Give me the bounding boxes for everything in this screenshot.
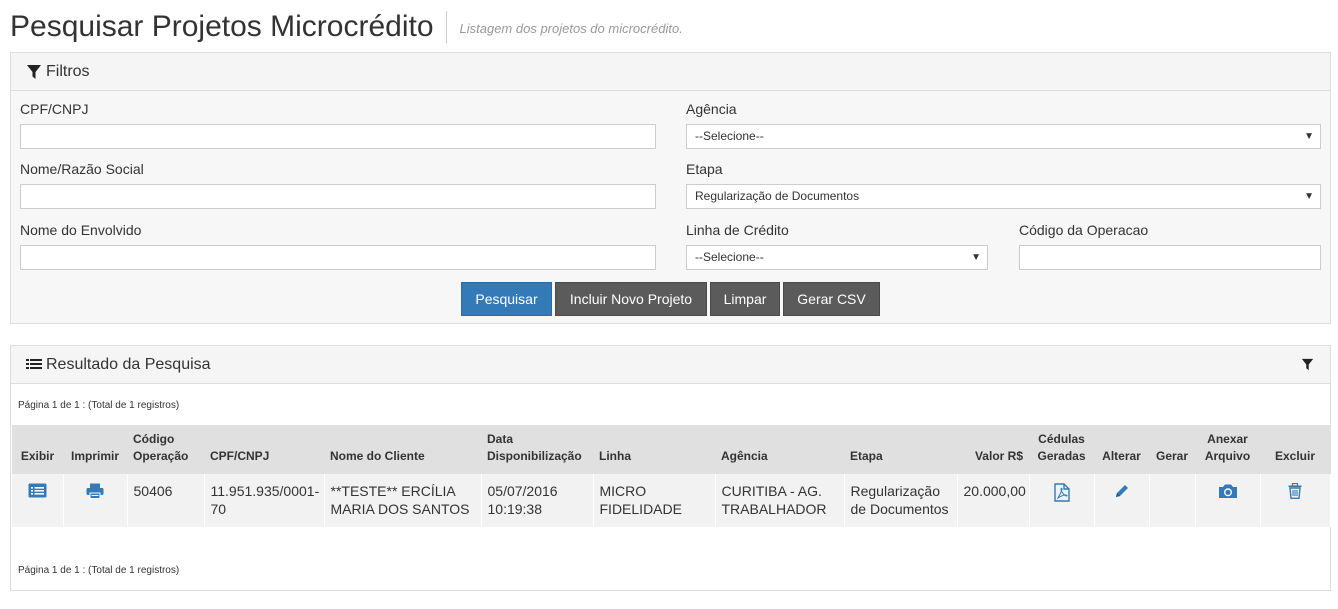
cell-data: 05/07/2016 10:19:38 (481, 474, 594, 527)
col-exibir: Exibir (20, 449, 55, 463)
pagination-top: Página 1 de 1 : (Total de 1 registros) (18, 400, 180, 411)
filter-panel: Filtros CPF/CNPJ Agência --Selecione-- ▼… (10, 52, 1331, 324)
cell-cpf-line1: 11.951.935/0001- (210, 483, 320, 499)
envolvido-input[interactable] (20, 245, 656, 270)
cell-imprimir (63, 474, 128, 527)
incluir-novo-projeto-button[interactable]: Incluir Novo Projeto (555, 282, 707, 316)
col-cedulas-line2: Geradas (1037, 449, 1086, 463)
filter-panel-title: Filtros (46, 62, 90, 80)
title-divider (445, 11, 447, 43)
list-alt-icon[interactable] (28, 483, 47, 498)
etapa-label: Etapa (686, 161, 723, 177)
cell-linha-line2: FIDELIDADE (599, 501, 682, 517)
col-cedulas: Cédulas Geradas (1029, 425, 1094, 474)
col-excluir: Excluir (1274, 449, 1316, 463)
filter-icon (26, 64, 42, 80)
etapa-select-value: Regularização de Documentos (695, 189, 860, 203)
cell-alterar (1094, 474, 1150, 527)
col-valor: Valor R$ (974, 449, 1023, 463)
linha-select[interactable]: --Selecione-- ▼ (686, 245, 988, 270)
results-panel-heading: Resultado da Pesquisa (11, 346, 1330, 384)
cell-nome-line1: **TESTE** ERCÍLIA (330, 483, 456, 499)
page-header: Pesquisar Projetos Microcrédito Listagem… (10, 8, 683, 46)
cell-data-line1: 05/07/2016 (487, 483, 558, 499)
cell-linha: MICRO FIDELIDADE (593, 474, 716, 527)
page-subtitle: Listagem dos projetos do microcrédito. (459, 20, 683, 36)
cell-agencia-line1: CURITIBA - AG. (721, 483, 822, 499)
list-icon (26, 358, 42, 372)
cell-agencia: CURITIBA - AG. TRABALHADOR (715, 474, 845, 527)
filter-panel-heading: Filtros (11, 53, 1330, 91)
pesquisar-button[interactable]: Pesquisar (461, 282, 552, 316)
col-cpf: CPF/CNPJ (210, 449, 270, 463)
page-title: Pesquisar Projetos Microcrédito (10, 10, 434, 43)
cell-cedulas (1029, 474, 1095, 527)
cell-cpf: 11.951.935/0001- 70 (204, 474, 325, 527)
agencia-select-value: --Selecione-- (695, 129, 764, 143)
col-agencia: Agência (721, 449, 768, 463)
cell-valor: 20.000,00 (957, 474, 1030, 527)
cell-linha-line1: MICRO (599, 483, 647, 499)
col-anexar-line2: Arquivo (1204, 449, 1251, 463)
col-linha: Linha (599, 449, 631, 463)
col-anexar: Anexar Arquivo (1195, 425, 1260, 474)
codigo-input[interactable] (1019, 245, 1321, 270)
cell-exibir (12, 474, 64, 527)
linha-label: Linha de Crédito (686, 222, 789, 238)
pdf-file-icon[interactable] (1053, 483, 1070, 502)
table-row: 50406 11.951.935/0001- 70 **TESTE** ERCÍL… (12, 474, 1331, 527)
agencia-label: Agência (686, 101, 737, 117)
col-codigo-line2: Operação (133, 449, 189, 463)
cell-etapa-line2: de Documentos (850, 501, 949, 517)
col-cedulas-line1: Cédulas (1038, 432, 1085, 446)
col-anexar-line1: Anexar (1207, 432, 1248, 446)
col-alterar: Alterar (1102, 449, 1141, 463)
col-nome: Nome do Cliente (330, 449, 425, 463)
filter-icon[interactable] (1301, 358, 1314, 376)
envolvido-label: Nome do Envolvido (20, 222, 142, 238)
col-data-line1: Data (487, 432, 514, 446)
cell-nome-line2: MARIA DOS SANTOS (330, 501, 470, 517)
results-panel: Resultado da Pesquisa Página 1 de 1 : (T… (10, 345, 1331, 591)
cell-data-line2: 10:19:38 (487, 501, 543, 517)
pencil-icon[interactable] (1114, 483, 1130, 499)
cell-agencia-line2: TRABALHADOR (721, 501, 827, 517)
col-data: Data Disponibilização (481, 425, 593, 474)
cell-excluir (1260, 474, 1331, 527)
cell-etapa-line1: Regularização (850, 483, 941, 499)
col-gerar: Gerar (1155, 449, 1189, 463)
camera-icon[interactable] (1218, 483, 1238, 499)
table-header-row: Exibir Imprimir Código Operação CPF/CNPJ … (12, 425, 1330, 474)
results-panel-title: Resultado da Pesquisa (46, 355, 211, 373)
cell-gerar (1149, 474, 1196, 527)
trash-icon[interactable] (1288, 483, 1302, 499)
col-codigo: Código Operação (127, 425, 204, 474)
gerar-csv-button[interactable]: Gerar CSV (783, 282, 880, 316)
col-data-line2: Disponibilização (487, 449, 582, 463)
limpar-button[interactable]: Limpar (710, 282, 780, 316)
agencia-select[interactable]: --Selecione-- ▼ (686, 124, 1321, 149)
nome-label: Nome/Razão Social (20, 161, 144, 177)
results-table: Exibir Imprimir Código Operação CPF/CNPJ … (12, 425, 1331, 527)
nome-input[interactable] (20, 184, 656, 209)
cell-cpf-line2: 70 (210, 501, 227, 517)
print-icon[interactable] (86, 483, 104, 499)
etapa-select[interactable]: Regularização de Documentos ▼ (686, 184, 1321, 209)
cell-codigo: 50406 (127, 474, 205, 527)
pagination-bottom: Página 1 de 1 : (Total de 1 registros) (18, 565, 180, 576)
col-etapa: Etapa (850, 449, 883, 463)
cell-etapa: Regularização de Documentos (844, 474, 958, 527)
col-codigo-line1: Código (133, 432, 175, 446)
col-imprimir: Imprimir (70, 449, 119, 463)
linha-select-value: --Selecione-- (695, 250, 764, 264)
caret-down-icon: ▼ (1304, 131, 1314, 142)
caret-down-icon: ▼ (1304, 191, 1314, 202)
cpf-input[interactable] (20, 124, 656, 149)
cell-anexar (1195, 474, 1261, 527)
cpf-label: CPF/CNPJ (20, 101, 89, 117)
caret-down-icon: ▼ (971, 252, 981, 263)
codigo-label: Código da Operacao (1019, 222, 1149, 238)
cell-nome: **TESTE** ERCÍLIA MARIA DOS SANTOS (324, 474, 482, 527)
